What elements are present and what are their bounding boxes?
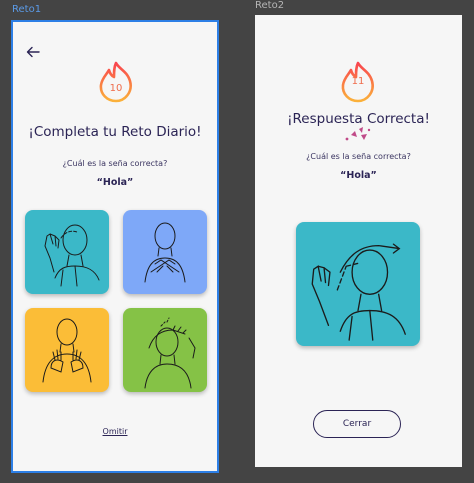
- target-word: “Hola”: [340, 170, 377, 181]
- question-text: ¿Cuál es la seña correcta?: [62, 159, 168, 168]
- skip-link[interactable]: Omitir: [13, 427, 217, 436]
- back-arrow-icon[interactable]: [26, 46, 40, 58]
- sign-wave-hola-icon: [311, 243, 406, 341]
- close-button-label: Cerrar: [342, 419, 372, 429]
- sign-crossed-hands-icon: [144, 222, 186, 283]
- frame-label-reto2[interactable]: Reto2: [255, 0, 284, 11]
- correct-answer-card: [296, 222, 420, 346]
- close-button[interactable]: Cerrar: [313, 410, 401, 438]
- sign-hands-chest-icon: [42, 318, 92, 383]
- option-card-2[interactable]: [123, 210, 207, 294]
- streak-count: 11: [351, 76, 365, 87]
- target-word: “Hola”: [96, 177, 134, 188]
- sign-hand-forehead-icon: [144, 317, 196, 389]
- option-card-1[interactable]: [25, 210, 109, 294]
- option-card-3[interactable]: [25, 308, 109, 392]
- confetti-icon: [345, 127, 371, 141]
- reto1-screen: 10 ¡Completa tu Reto Diario! ¿Cuál es la…: [11, 20, 219, 473]
- streak-count: 10: [109, 83, 123, 94]
- option-card-4[interactable]: [123, 308, 207, 392]
- flame-icon: [99, 61, 132, 103]
- reto2-screen: 11 ¡Respuesta Correcta! ¿Cuál es la seña…: [255, 15, 462, 467]
- frame-label-reto1[interactable]: Reto1: [12, 4, 41, 15]
- sign-wave-hola-icon: [44, 224, 100, 287]
- page-title: ¡Completa tu Reto Diario!: [28, 124, 202, 140]
- question-text: ¿Cuál es la seña correcta?: [306, 152, 411, 161]
